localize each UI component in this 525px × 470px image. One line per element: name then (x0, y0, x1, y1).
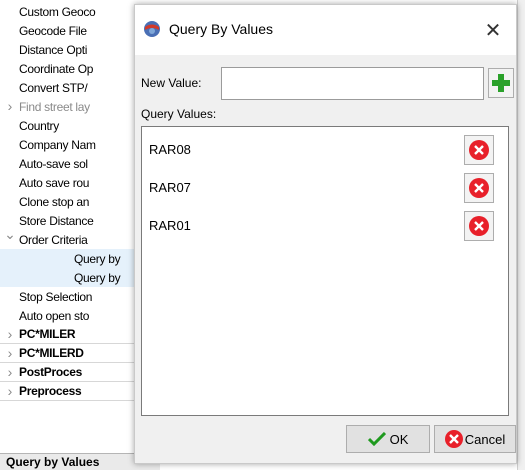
query-value-row: RAR01 (142, 207, 508, 245)
dialog-title: Query By Values (169, 21, 274, 37)
tree-item-label: Country (19, 118, 59, 133)
right-edge-strip (517, 0, 525, 470)
tree-item-label: Auto save rou (19, 175, 90, 190)
tree-item-label: PostProces (19, 365, 83, 379)
tree-item-label: Stop Selection (19, 289, 93, 304)
tree-item-label: Query by (74, 270, 121, 285)
ok-label: OK (389, 431, 409, 447)
new-value-label: New Value: (141, 76, 202, 90)
expand-down-icon[interactable]: ⌄ (4, 230, 16, 243)
query-values-label: Query Values: (141, 107, 217, 121)
tree-item-label: Distance Opti (19, 42, 88, 57)
tree-item-label: Auto-save sol (19, 156, 88, 171)
red-x-icon (469, 216, 489, 236)
status-text: Query by Values (6, 455, 100, 469)
tree-item-label: Convert STP/ (19, 80, 88, 95)
chevron-right-icon[interactable]: › (4, 98, 16, 114)
plus-icon (492, 74, 510, 92)
close-button[interactable]: ✕ (470, 5, 516, 55)
cancel-x-icon (444, 430, 463, 448)
query-value-text: RAR01 (149, 218, 191, 233)
tree-item-label: Coordinate Op (19, 61, 94, 76)
tree-item-label: Order Criteria (19, 232, 88, 247)
tree-item-label: PC*MILER (19, 327, 76, 341)
tree-item-label: Company Nam (19, 137, 96, 152)
new-value-input[interactable] (221, 67, 484, 100)
remove-value-button[interactable] (464, 211, 494, 241)
query-value-row: RAR07 (142, 169, 508, 207)
close-icon: ✕ (484, 19, 502, 42)
query-value-text: RAR07 (149, 180, 191, 195)
tree-item-label: PC*MILERD (19, 346, 84, 360)
query-value-row: RAR08 (142, 131, 508, 169)
red-x-icon (469, 178, 489, 198)
tree-item-label: Preprocess (19, 384, 82, 398)
globe-app-icon (144, 21, 160, 37)
remove-value-button[interactable] (464, 135, 494, 165)
tree-item-label: Find street lay (19, 99, 90, 114)
cancel-label: Cancel (464, 431, 506, 447)
chevron-right-icon[interactable]: › (4, 326, 16, 342)
chevron-right-icon[interactable]: › (4, 383, 16, 399)
tree-item-label: Store Distance (19, 213, 94, 228)
query-by-values-dialog: Query By Values ✕ New Value: Query Value… (134, 4, 517, 464)
red-x-icon (469, 140, 489, 160)
tree-item-label: Clone stop an (19, 194, 90, 209)
tree-item-label: Custom Geoco (19, 4, 96, 19)
chevron-right-icon[interactable]: › (4, 345, 16, 361)
tree-item-label: Auto open sto (19, 308, 90, 323)
query-values-list: RAR08 RAR07 RAR01 (141, 126, 509, 416)
ok-button[interactable]: OK (346, 425, 430, 453)
add-value-button[interactable] (488, 68, 514, 98)
checkmark-icon (367, 432, 386, 446)
tree-item-label: Geocode File (19, 23, 87, 38)
dialog-titlebar: Query By Values ✕ (135, 5, 516, 55)
remove-value-button[interactable] (464, 173, 494, 203)
chevron-right-icon[interactable]: › (4, 364, 16, 380)
query-value-text: RAR08 (149, 142, 191, 157)
tree-item-label: Query by (74, 251, 121, 266)
cancel-button[interactable]: Cancel (434, 425, 516, 453)
